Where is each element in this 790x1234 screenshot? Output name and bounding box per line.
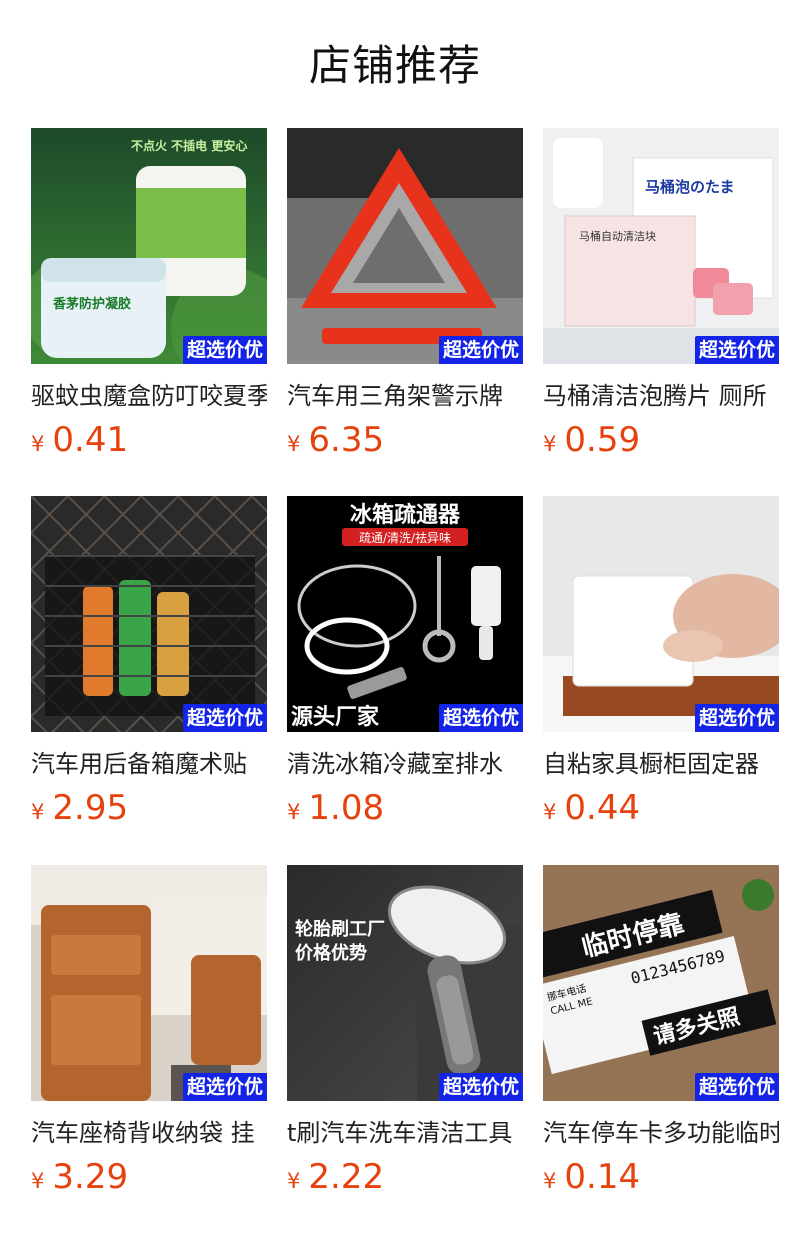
image-caption: 马桶泡のたま	[645, 178, 735, 196]
currency-symbol: ¥	[287, 1169, 301, 1193]
currency-symbol: ¥	[287, 432, 301, 456]
product-card[interactable]: 马桶泡のたま 马桶自动清洁块 超选价优 马桶清洁泡腾片 厕所 ¥0.59	[543, 128, 779, 463]
product-name[interactable]: 驱蚊虫魔盒防叮咬夏季	[31, 376, 267, 416]
product-card[interactable]: 超选价优 自粘家具橱柜固定器 ¥0.44	[543, 496, 779, 831]
currency-symbol: ¥	[543, 1169, 557, 1193]
product-name[interactable]: 汽车停车卡多功能临时	[543, 1113, 779, 1153]
page-title: 店铺推荐	[308, 41, 481, 90]
currency-symbol: ¥	[31, 1169, 45, 1193]
promo-badge: 超选价优	[694, 1073, 779, 1101]
product-image[interactable]: 超选价优	[31, 865, 267, 1101]
product-price: ¥2.22	[287, 1154, 523, 1200]
product-price: ¥0.59	[543, 417, 779, 463]
price-value: 3.29	[52, 1157, 129, 1197]
image-caption: 轮胎刷工厂	[295, 918, 385, 940]
price-value: 1.08	[308, 788, 385, 828]
price-value: 0.59	[564, 420, 641, 460]
product-card[interactable]: 超选价优 汽车用三角架警示牌 ¥6.35	[287, 128, 523, 463]
currency-symbol: ¥	[31, 432, 45, 456]
product-image[interactable]: 临时停靠 挪车电话 CALL ME 0123456789 请多关照 超选价优	[543, 865, 779, 1101]
currency-symbol: ¥	[31, 800, 45, 824]
product-image[interactable]: 超选价优	[31, 496, 267, 732]
product-card[interactable]: 临时停靠 挪车电话 CALL ME 0123456789 请多关照 超选价优 汽…	[543, 865, 779, 1200]
product-price: ¥1.08	[287, 785, 523, 831]
product-price: ¥6.35	[287, 417, 523, 463]
price-value: 0.14	[564, 1157, 641, 1197]
image-caption: 马桶自动清洁块	[579, 229, 656, 243]
price-value: 0.44	[564, 788, 641, 828]
price-value: 6.35	[308, 420, 385, 460]
product-price: ¥0.44	[543, 785, 779, 831]
product-image[interactable]: 超选价优	[287, 128, 523, 364]
promo-badge: 超选价优	[438, 704, 523, 732]
product-name[interactable]: 汽车用三角架警示牌	[287, 376, 523, 416]
product-image[interactable]: 冰箱疏通器 疏通/清洗/祛异味 源头厂家 超选价优	[287, 496, 523, 732]
promo-badge: 超选价优	[438, 1073, 523, 1101]
product-card[interactable]: 冰箱疏通器 疏通/清洗/祛异味 源头厂家 超选价优 清洗冰箱冷藏室排水 ¥1.0…	[287, 496, 523, 831]
promo-badge: 超选价优	[182, 1073, 267, 1101]
product-price: ¥0.41	[31, 417, 267, 463]
product-image[interactable]: 马桶泡のたま 马桶自动清洁块 超选价优	[543, 128, 779, 364]
image-caption: 疏通/清洗/祛异味	[359, 530, 451, 545]
product-card[interactable]: 不点火 不插电 更安心 香茅防护凝胶 超选价优 驱蚊虫魔盒防叮咬夏季 ¥0.41	[31, 128, 267, 463]
promo-badge: 超选价优	[694, 704, 779, 732]
image-caption: 源头厂家	[291, 704, 380, 730]
product-card[interactable]: 超选价优 汽车座椅背收纳袋 挂 ¥3.29	[31, 865, 267, 1200]
currency-symbol: ¥	[543, 800, 557, 824]
price-value: 0.41	[52, 420, 129, 460]
price-value: 2.95	[52, 788, 129, 828]
promo-badge: 超选价优	[182, 336, 267, 364]
product-image[interactable]: 不点火 不插电 更安心 香茅防护凝胶 超选价优	[31, 128, 267, 364]
product-name[interactable]: 汽车用后备箱魔术贴	[31, 744, 267, 784]
product-image[interactable]: 轮胎刷工厂 价格优势 超选价优	[287, 865, 523, 1101]
product-name[interactable]: t刷汽车洗车清洁工具	[287, 1113, 523, 1153]
promo-badge: 超选价优	[694, 336, 779, 364]
product-card[interactable]: 超选价优 汽车用后备箱魔术贴 ¥2.95	[31, 496, 267, 831]
product-name[interactable]: 自粘家具橱柜固定器	[543, 744, 779, 784]
image-caption: 冰箱疏通器	[350, 502, 461, 528]
currency-symbol: ¥	[287, 800, 301, 824]
product-price: ¥2.95	[31, 785, 267, 831]
product-image[interactable]: 超选价优	[543, 496, 779, 732]
product-name[interactable]: 马桶清洁泡腾片 厕所	[543, 376, 779, 416]
product-price: ¥0.14	[543, 1154, 779, 1200]
image-caption: 价格优势	[295, 942, 367, 964]
image-caption: 香茅防护凝胶	[52, 296, 131, 312]
product-price: ¥3.29	[31, 1154, 267, 1200]
product-name[interactable]: 清洗冰箱冷藏室排水	[287, 744, 523, 784]
product-name[interactable]: 汽车座椅背收纳袋 挂	[31, 1113, 267, 1153]
promo-badge: 超选价优	[438, 336, 523, 364]
price-value: 2.22	[308, 1157, 385, 1197]
promo-badge: 超选价优	[182, 704, 267, 732]
product-card[interactable]: 轮胎刷工厂 价格优势 超选价优 t刷汽车洗车清洁工具 ¥2.22	[287, 865, 523, 1200]
image-caption: 不点火 不插电 更安心	[131, 138, 247, 153]
currency-symbol: ¥	[543, 432, 557, 456]
